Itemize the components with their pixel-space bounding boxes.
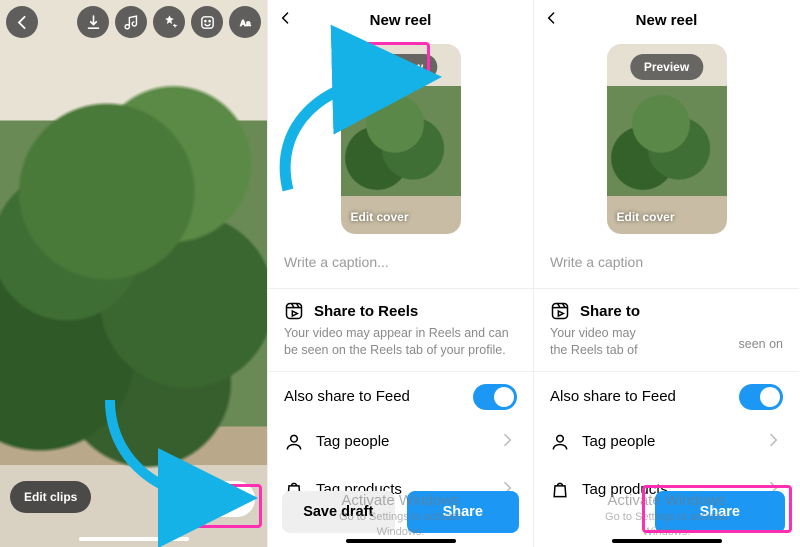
- person-icon: [550, 432, 570, 452]
- share-button[interactable]: Share: [655, 491, 785, 533]
- back-button[interactable]: [544, 10, 560, 30]
- caption-input[interactable]: Write a caption: [534, 240, 799, 289]
- tag-people-label: Tag people: [316, 433, 389, 450]
- effects-icon[interactable]: [153, 6, 185, 38]
- person-icon: [284, 432, 304, 452]
- also-share-label: Also share to Feed: [284, 388, 410, 405]
- reels-icon: [550, 301, 570, 321]
- share-section-subtitle: Your video may appear in Reels and can b…: [284, 325, 517, 359]
- share-section-title: Share to: [580, 303, 640, 320]
- edit-cover-button[interactable]: Edit cover: [617, 210, 675, 224]
- header: New reel: [268, 0, 533, 40]
- home-indicator: [612, 539, 722, 543]
- download-icon[interactable]: [77, 6, 109, 38]
- tag-people-row[interactable]: Tag people: [534, 418, 799, 466]
- chevron-right-icon: [497, 430, 517, 454]
- svg-text:Aa: Aa: [239, 18, 250, 28]
- sticker-icon[interactable]: [191, 6, 223, 38]
- also-share-toggle[interactable]: [473, 384, 517, 410]
- cover-thumbnail[interactable]: Preview Edit cover: [607, 44, 727, 234]
- cover-thumbnail[interactable]: Preview Edit cover: [341, 44, 461, 234]
- next-button-label: Next: [193, 491, 223, 507]
- seen-on-text: seen on: [739, 337, 783, 351]
- header: New reel: [534, 0, 799, 40]
- new-reel-panel-a: New reel Preview Edit cover Write a capt…: [267, 0, 533, 547]
- edit-clips-button[interactable]: Edit clips: [10, 481, 91, 513]
- home-indicator: [79, 537, 189, 541]
- new-reel-panel-b: New reel Preview Edit cover Write a capt…: [533, 0, 799, 547]
- tag-people-label: Tag people: [582, 433, 655, 450]
- also-share-label: Also share to Feed: [550, 388, 676, 405]
- back-button[interactable]: [278, 10, 294, 30]
- tag-people-row[interactable]: Tag people: [268, 418, 533, 466]
- bottom-bar: Share: [534, 491, 799, 533]
- back-icon[interactable]: [6, 6, 38, 38]
- home-indicator: [346, 539, 456, 543]
- also-share-feed-row: Also share to Feed: [268, 372, 533, 418]
- edit-cover-button[interactable]: Edit cover: [351, 210, 409, 224]
- share-to-section: Share to Your video may the Reels tab of…: [534, 289, 799, 372]
- reels-icon: [284, 301, 304, 321]
- share-section-title: Share to Reels: [314, 303, 418, 320]
- editor-preview-image: [0, 0, 267, 547]
- also-share-feed-row: Also share to Feed: [534, 372, 799, 418]
- page-title: New reel: [560, 12, 773, 29]
- next-button[interactable]: Next: [175, 481, 255, 517]
- page-title: New reel: [294, 12, 507, 29]
- chevron-right-icon: [227, 492, 241, 506]
- text-icon[interactable]: Aa: [229, 6, 261, 38]
- preview-button[interactable]: Preview: [630, 54, 703, 80]
- music-icon[interactable]: [115, 6, 147, 38]
- share-to-reels-section: Share to Reels Your video may appear in …: [268, 289, 533, 372]
- save-draft-button[interactable]: Save draft: [282, 491, 395, 533]
- preview-button[interactable]: Preview: [364, 54, 437, 80]
- also-share-toggle[interactable]: [739, 384, 783, 410]
- editor-panel: Aa Edit clips Next: [0, 0, 267, 547]
- editor-topbar: Aa: [6, 6, 261, 38]
- share-button[interactable]: Share: [407, 491, 520, 533]
- chevron-right-icon: [763, 430, 783, 454]
- caption-input[interactable]: Write a caption...: [268, 240, 533, 289]
- bottom-bar: Save draft Share: [268, 491, 533, 533]
